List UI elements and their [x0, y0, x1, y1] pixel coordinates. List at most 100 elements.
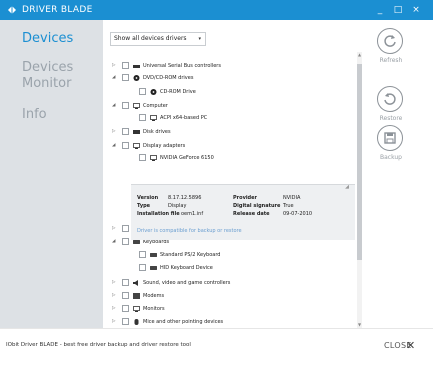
action-column: Refresh Restore Backup: [366, 20, 433, 328]
tree-row-checkbox[interactable]: [139, 251, 146, 258]
speaker-icon: [133, 280, 138, 286]
tree-row[interactable]: HID Keyboard Device: [103, 262, 353, 274]
tree-row[interactable]: ▷ Sound, video and game controllers: [103, 277, 353, 289]
restore-label: Restore: [379, 115, 403, 122]
tree-row-checkbox[interactable]: [122, 142, 129, 149]
usb-icon: [133, 65, 140, 68]
detail-install-label: Installation file: [137, 211, 180, 217]
scroll-down-icon[interactable]: ▼: [357, 322, 362, 327]
driver-details-panel: ◢ Version 8.17.12.5896 Type Display Inst…: [131, 184, 355, 240]
device-list-panel: Show all devices drivers ▾ ▷ Universal Se…: [103, 20, 365, 328]
tree-row-label: ACPI x64-based PC: [160, 115, 208, 121]
disc-icon: [133, 75, 140, 81]
scrollbar-thumb[interactable]: [357, 64, 362, 260]
tree-row-checkbox[interactable]: [122, 128, 129, 135]
computer-icon: [133, 103, 140, 109]
tree-row-checkbox[interactable]: [139, 114, 146, 121]
device-tree: ▷ Universal Serial Bus controllers ◢ DVD/CD…: [103, 20, 355, 328]
tree-row-checkbox[interactable]: [122, 74, 129, 81]
keyboard-icon: [150, 253, 157, 257]
tree-row-checkbox[interactable]: [139, 264, 146, 271]
app-window: DRIVER BLADE _ □ × Devices Devices Monit…: [0, 0, 433, 365]
expand-arrow-icon[interactable]: ▷: [112, 290, 118, 302]
restore-button[interactable]: Restore: [377, 86, 405, 122]
detail-version-value: 8.17.12.5896: [168, 195, 202, 201]
expand-arrow-icon[interactable]: ▷: [112, 303, 118, 315]
tree-row-label: CD-ROM Drive: [160, 89, 196, 95]
close-icon[interactable]: ✕: [406, 339, 415, 352]
backup-button[interactable]: Backup: [377, 125, 405, 161]
tree-row-checkbox[interactable]: [139, 154, 146, 161]
minimize-button[interactable]: _: [373, 2, 387, 18]
tree-row[interactable]: ▷ Mice and other pointing devices: [103, 316, 353, 328]
tree-row[interactable]: ACPI x64-based PC: [103, 112, 353, 124]
collapse-arrow-icon[interactable]: ◢: [112, 140, 118, 152]
expand-arrow-icon[interactable]: ▷: [112, 277, 118, 289]
tree-row[interactable]: CD-ROM Drive: [103, 86, 353, 98]
expand-arrow-icon[interactable]: ▷: [112, 60, 118, 72]
collapse-arrow-icon[interactable]: ◢: [112, 72, 118, 84]
tree-row[interactable]: ▷ Universal Serial Bus controllers: [103, 60, 353, 72]
tree-row-label: Display adapters: [143, 143, 186, 149]
mouse-icon: [134, 319, 139, 325]
close-window-button[interactable]: ×: [409, 2, 423, 18]
tree-row-checkbox[interactable]: [122, 102, 129, 109]
tree-row-checkbox[interactable]: [122, 62, 129, 69]
restore-icon: [384, 93, 396, 105]
tree-row-label: DVD/CD-ROM drives: [143, 75, 194, 81]
tree-row-checkbox[interactable]: [122, 238, 129, 245]
tree-row-label: Modems: [143, 293, 165, 299]
tree-row-label: HID Keyboard Device: [160, 265, 213, 271]
tree-row-label: Universal Serial Bus controllers: [143, 63, 221, 69]
modem-icon: [133, 293, 140, 299]
collapse-arrow-icon[interactable]: ◢: [112, 100, 118, 112]
sidebar: Devices Devices Monitor Info: [0, 20, 103, 328]
tree-row[interactable]: ▷ Monitors: [103, 303, 353, 315]
keyboard-icon: [150, 266, 157, 270]
tree-row-checkbox[interactable]: [122, 292, 129, 299]
tree-row-checkbox[interactable]: [122, 225, 129, 232]
tree-row-label: NVIDIA GeForce 6150: [160, 155, 214, 161]
collapse-arrow-icon[interactable]: ◢: [112, 236, 118, 248]
tree-row[interactable]: Standard PS/2 Keyboard: [103, 249, 353, 261]
sidebar-item-devices-monitor[interactable]: Devices Monitor: [22, 60, 82, 92]
collapse-arrow-icon[interactable]: ◢: [345, 184, 349, 190]
tree-row[interactable]: ◢ Display adapters: [103, 140, 353, 152]
refresh-button[interactable]: Refresh: [377, 28, 405, 64]
detail-install-value: oem1.inf: [181, 211, 204, 217]
detail-provider-label: Provider: [233, 195, 257, 201]
monitor-icon: [133, 306, 140, 312]
detail-type-label: Type: [137, 203, 151, 209]
compatibility-note: Driver is compatible for backup or resto…: [137, 228, 242, 234]
tree-row[interactable]: ◢ Computer: [103, 100, 353, 112]
backup-label: Backup: [380, 154, 402, 161]
tree-row-label: Disk drives: [143, 129, 171, 135]
tree-row[interactable]: ▷ Disk drives: [103, 126, 353, 138]
expand-arrow-icon[interactable]: ▷: [112, 316, 118, 328]
expand-arrow-icon[interactable]: ▷: [112, 223, 118, 235]
tree-row[interactable]: ◢ DVD/CD-ROM drives: [103, 72, 353, 84]
footer-tagline: IObit Driver BLADE - best free driver ba…: [6, 342, 191, 348]
tree-row[interactable]: ▷ Modems: [103, 290, 353, 302]
tree-row-checkbox[interactable]: [122, 318, 129, 325]
app-logo-icon: [8, 6, 16, 14]
sidebar-item-devices[interactable]: Devices: [22, 31, 73, 47]
tree-row-checkbox[interactable]: [139, 88, 146, 95]
sidebar-item-info[interactable]: Info: [22, 107, 47, 123]
detail-release-value: 09-07-2010: [283, 211, 313, 217]
disk-icon: [133, 130, 140, 134]
detail-type-value: Display: [168, 203, 187, 209]
disc-icon: [150, 89, 157, 95]
tree-row-label: Monitors: [143, 306, 165, 312]
scroll-up-icon[interactable]: ▲: [357, 52, 362, 57]
refresh-label: Refresh: [379, 57, 403, 64]
detail-version-label: Version: [137, 195, 159, 201]
maximize-button[interactable]: □: [391, 2, 405, 18]
detail-signature-value: True: [283, 203, 294, 209]
tree-row-checkbox[interactable]: [122, 305, 129, 312]
expand-arrow-icon[interactable]: ▷: [112, 126, 118, 138]
tree-row[interactable]: NVIDIA GeForce 6150: [103, 152, 353, 164]
tree-row-checkbox[interactable]: [122, 279, 129, 286]
window-title: DRIVER BLADE: [22, 5, 93, 15]
computer-icon: [150, 115, 157, 121]
